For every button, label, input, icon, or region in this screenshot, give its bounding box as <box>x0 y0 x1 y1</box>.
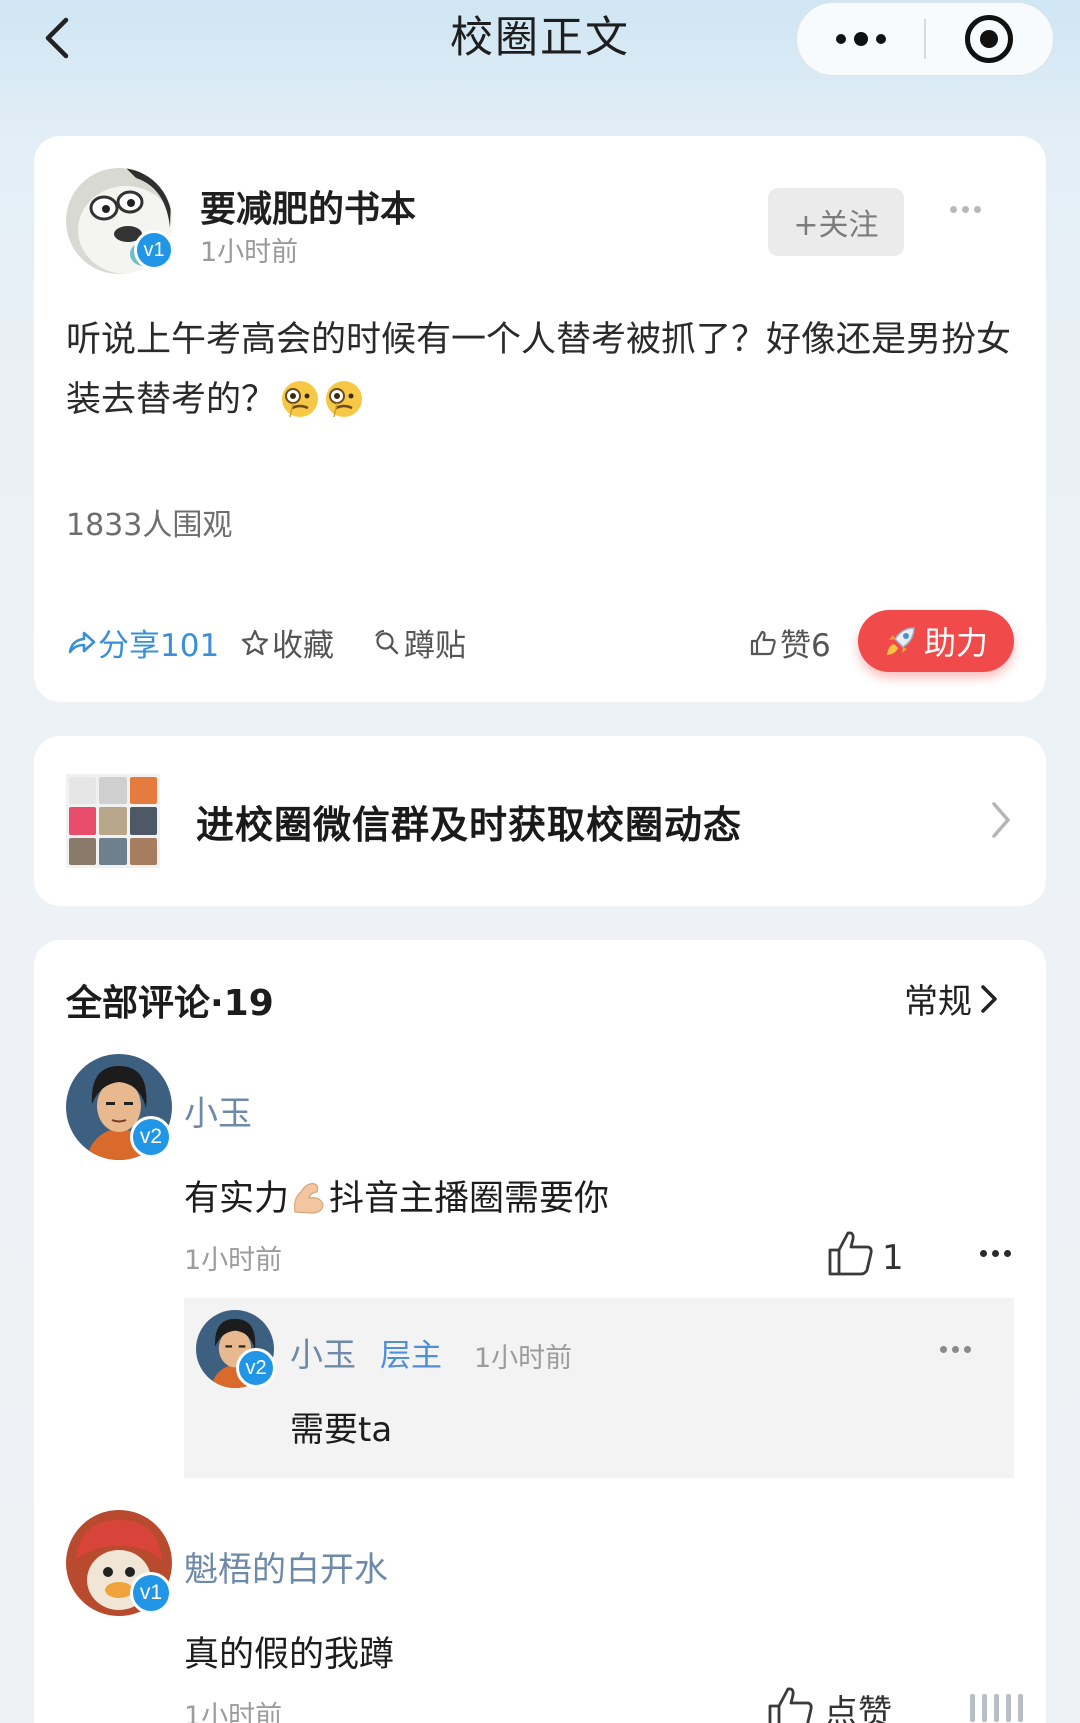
comment-like-button[interactable]: 点赞 <box>766 1684 892 1723</box>
reply-text: 需要ta <box>290 1410 393 1450</box>
close-target-icon[interactable] <box>926 3 1053 75</box>
monocle-face-emoji-icon <box>324 378 364 418</box>
comments-title: 全部评论·19 <box>66 983 274 1024</box>
collect-label: 收藏 <box>272 628 334 664</box>
share-arrow-icon <box>68 631 96 653</box>
magnifier-icon <box>375 629 399 654</box>
reply-more-icon[interactable] <box>940 1346 971 1353</box>
rocket-icon <box>886 627 915 655</box>
watermark-bars <box>970 1694 1023 1722</box>
reply-level-badge: v2 <box>236 1348 276 1388</box>
comment-like-button[interactable]: 1 <box>826 1228 904 1278</box>
monocle-face-emoji-icon <box>280 378 320 418</box>
post-time: 1小时前 <box>200 237 299 268</box>
share-label: 分享101 <box>98 628 220 664</box>
commenter-name[interactable]: 小玉 <box>184 1086 252 1135</box>
flexed-biceps-emoji-icon <box>291 1178 327 1216</box>
post-body-text: 听说上午考高会的时候有一个人替考被抓了？好像还是男扮女装去替考的？ <box>66 320 1012 420</box>
comment-like-count: 1 <box>882 1238 904 1278</box>
group-thumbnail-grid <box>66 774 160 868</box>
post-more-icon[interactable] <box>950 206 981 213</box>
reply-box <box>184 1298 1014 1478</box>
commenter-level-badge: v1 <box>130 1572 172 1614</box>
boost-label: 助力 <box>923 624 988 662</box>
comment-time: 1小时前 <box>184 1701 283 1723</box>
post-body: 听说上午考高会的时候有一个人替考被抓了？好像还是男扮女装去替考的？ <box>66 310 1016 430</box>
share-button[interactable]: 分享101 <box>66 620 219 665</box>
star-icon <box>241 629 269 655</box>
comment-text: 有实力 抖音主播圈需要你 <box>184 1170 609 1221</box>
commenter-level-badge: v2 <box>130 1116 172 1158</box>
reply-time: 1小时前 <box>474 1343 573 1374</box>
chevron-right-icon <box>988 800 1014 844</box>
collect-button[interactable]: 收藏 <box>240 620 334 665</box>
post-like-button[interactable]: 赞6 <box>748 620 831 665</box>
commenter-name[interactable]: 魁梧的白开水 <box>184 1542 388 1591</box>
boost-button[interactable]: 助力 <box>858 610 1014 672</box>
thumbs-up-icon <box>768 1687 813 1723</box>
chevron-right-icon <box>981 984 997 1013</box>
comment-text-part: 抖音主播圈需要你 <box>329 1179 610 1219</box>
thumbs-up-icon <box>828 1231 873 1276</box>
sort-selector[interactable]: 常规 <box>904 974 1000 1023</box>
post-like-label: 赞6 <box>780 628 831 664</box>
follow-button[interactable]: +关注 <box>768 188 904 256</box>
mini-program-capsule <box>796 2 1054 76</box>
comment-text-part: 有实力 <box>184 1179 290 1219</box>
floor-owner-tag: 层主 <box>380 1338 442 1374</box>
squat-label: 蹲贴 <box>404 628 466 664</box>
sort-label: 常规 <box>904 982 972 1022</box>
comment-text: 真的假的我蹲 <box>184 1635 395 1675</box>
reply-author-name[interactable]: 小玉 <box>290 1328 356 1376</box>
author-name[interactable]: 要减肥的书本 <box>200 180 416 232</box>
comment-more-icon[interactable] <box>980 1250 1011 1257</box>
group-banner-text: 进校圈微信群及时获取校圈动态 <box>196 803 743 847</box>
squat-button[interactable]: 蹲贴 <box>372 620 466 665</box>
comment-time: 1小时前 <box>184 1245 283 1276</box>
more-dots-icon[interactable] <box>797 3 924 75</box>
view-count: 1833人围观 <box>66 508 233 543</box>
author-level-badge: v1 <box>134 230 174 270</box>
comment-like-label: 点赞 <box>824 1693 892 1723</box>
thumbs-up-icon <box>750 630 776 655</box>
